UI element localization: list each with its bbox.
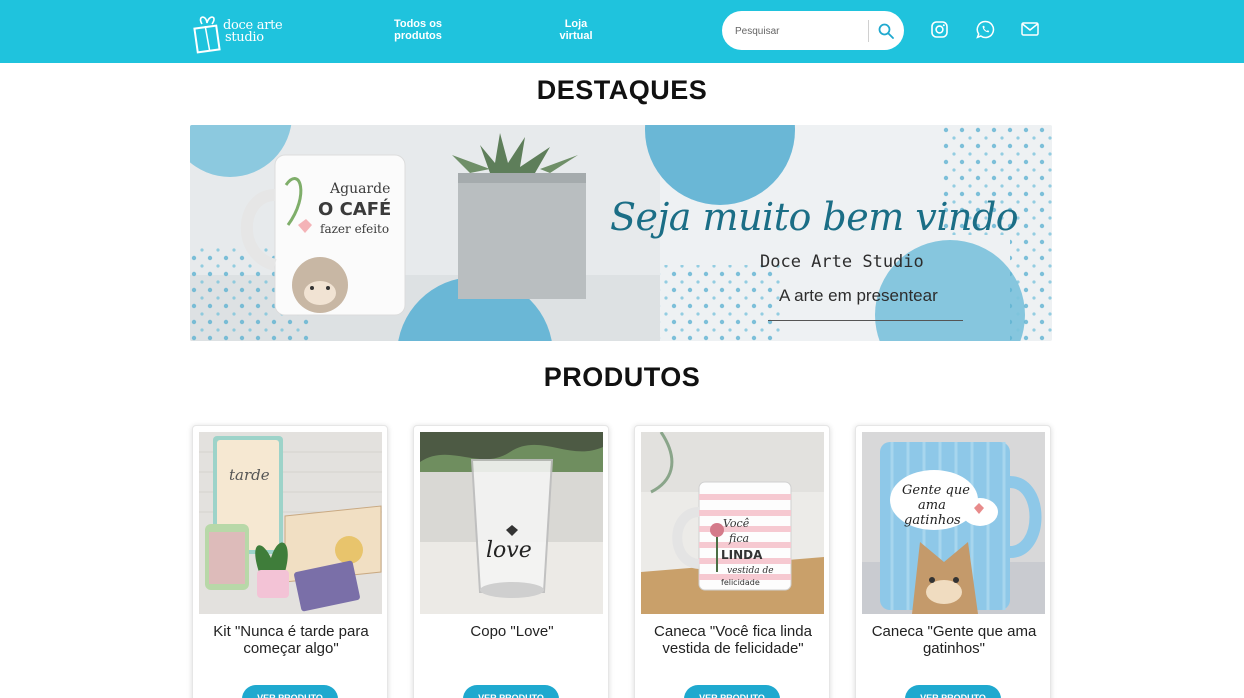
product-image[interactable]: Gente que ama gatinhos (862, 432, 1045, 614)
product-card[interactable]: love Copo "Love" VER PRODUTO (413, 425, 609, 698)
svg-text:LINDA: LINDA (721, 548, 763, 562)
banner-underline (768, 320, 963, 321)
banner-headline: Seja muito bem vindo (610, 195, 1019, 239)
svg-text:Você: Você (723, 517, 750, 530)
mug-text-line2: O CAFÉ (318, 198, 391, 220)
mail-icon (1021, 22, 1039, 36)
top-navbar: doce arte studio Todos os produtos Loja … (0, 0, 1244, 63)
product-name[interactable]: Kit "Nunca é tarde para começar algo" (201, 623, 381, 657)
svg-text:Gente que: Gente que (902, 483, 970, 498)
gift-logo-icon (193, 16, 221, 54)
instagram-link[interactable] (928, 18, 950, 40)
view-product-button[interactable]: VER PRODUTO (905, 685, 1001, 698)
welcome-banner[interactable]: Aguarde O CAFÉ fazer efeito Seja muito b… (190, 125, 1052, 341)
whatsapp-icon (975, 20, 994, 39)
whatsapp-link[interactable] (974, 18, 996, 40)
nav-online-store[interactable]: Loja virtual (536, 18, 616, 42)
nav-all-products-line2: produtos (394, 30, 442, 42)
product-image[interactable]: love (420, 432, 603, 614)
view-product-button[interactable]: VER PRODUTO (242, 685, 338, 698)
svg-text:fica: fica (728, 532, 749, 545)
product-card[interactable]: tarde Kit "Nunca é tarde para começar al… (192, 425, 388, 698)
highlights-title: DESTAQUES (536, 75, 708, 105)
search-box (722, 11, 904, 50)
search-divider (868, 20, 869, 42)
product-name[interactable]: Caneca "Você fica linda vestida de felic… (643, 623, 823, 657)
search-icon (878, 23, 894, 39)
products-title: PRODUTOS (543, 362, 701, 392)
product-name[interactable]: Copo "Love" (422, 623, 602, 640)
product-image[interactable]: tarde (199, 432, 382, 614)
email-link[interactable] (1019, 18, 1041, 40)
product-name[interactable]: Caneca "Gente que ama gatinhos" (864, 623, 1044, 657)
logo-line-2: studio (225, 30, 264, 45)
svg-text:gatinhos: gatinhos (904, 513, 961, 528)
nav-all-products[interactable]: Todos os produtos (378, 18, 458, 42)
kit-image-text: tarde (229, 466, 270, 484)
svg-text:felicidade: felicidade (721, 578, 760, 587)
svg-text:vestida de: vestida de (727, 566, 774, 576)
nav-online-store-line1: Loja (564, 18, 588, 30)
brand-logo[interactable]: doce arte studio (193, 9, 283, 55)
product-card[interactable]: Você fica LINDA vestida de felicidade Ca… (634, 425, 830, 698)
banner-brand: Doce Arte Studio (760, 252, 924, 272)
logo-text: doce arte studio (223, 19, 283, 45)
view-product-button[interactable]: VER PRODUTO (463, 685, 559, 698)
kit-photo: tarde (199, 432, 382, 614)
product-image[interactable]: Você fica LINDA vestida de felicidade (641, 432, 824, 614)
mug-text-line3: fazer efeito (320, 222, 389, 236)
glass-photo: love (420, 432, 603, 614)
svg-text:ama: ama (918, 498, 946, 513)
instagram-icon (930, 20, 948, 38)
view-product-button[interactable]: VER PRODUTO (684, 685, 780, 698)
nav-online-store-line2: virtual (559, 30, 593, 42)
product-card[interactable]: Gente que ama gatinhos Caneca "Gente que… (855, 425, 1051, 698)
mug-linda-photo: Você fica LINDA vestida de felicidade (641, 432, 824, 614)
mug-gatinhos-photo: Gente que ama gatinhos (862, 432, 1045, 614)
glass-image-text: love (486, 538, 532, 563)
search-input[interactable] (735, 21, 865, 41)
nav-all-products-line1: Todos os (393, 18, 443, 30)
search-button[interactable] (872, 17, 900, 45)
banner-tagline: A arte em presentear (779, 286, 938, 305)
mug-text-line1: Aguarde (329, 181, 390, 197)
